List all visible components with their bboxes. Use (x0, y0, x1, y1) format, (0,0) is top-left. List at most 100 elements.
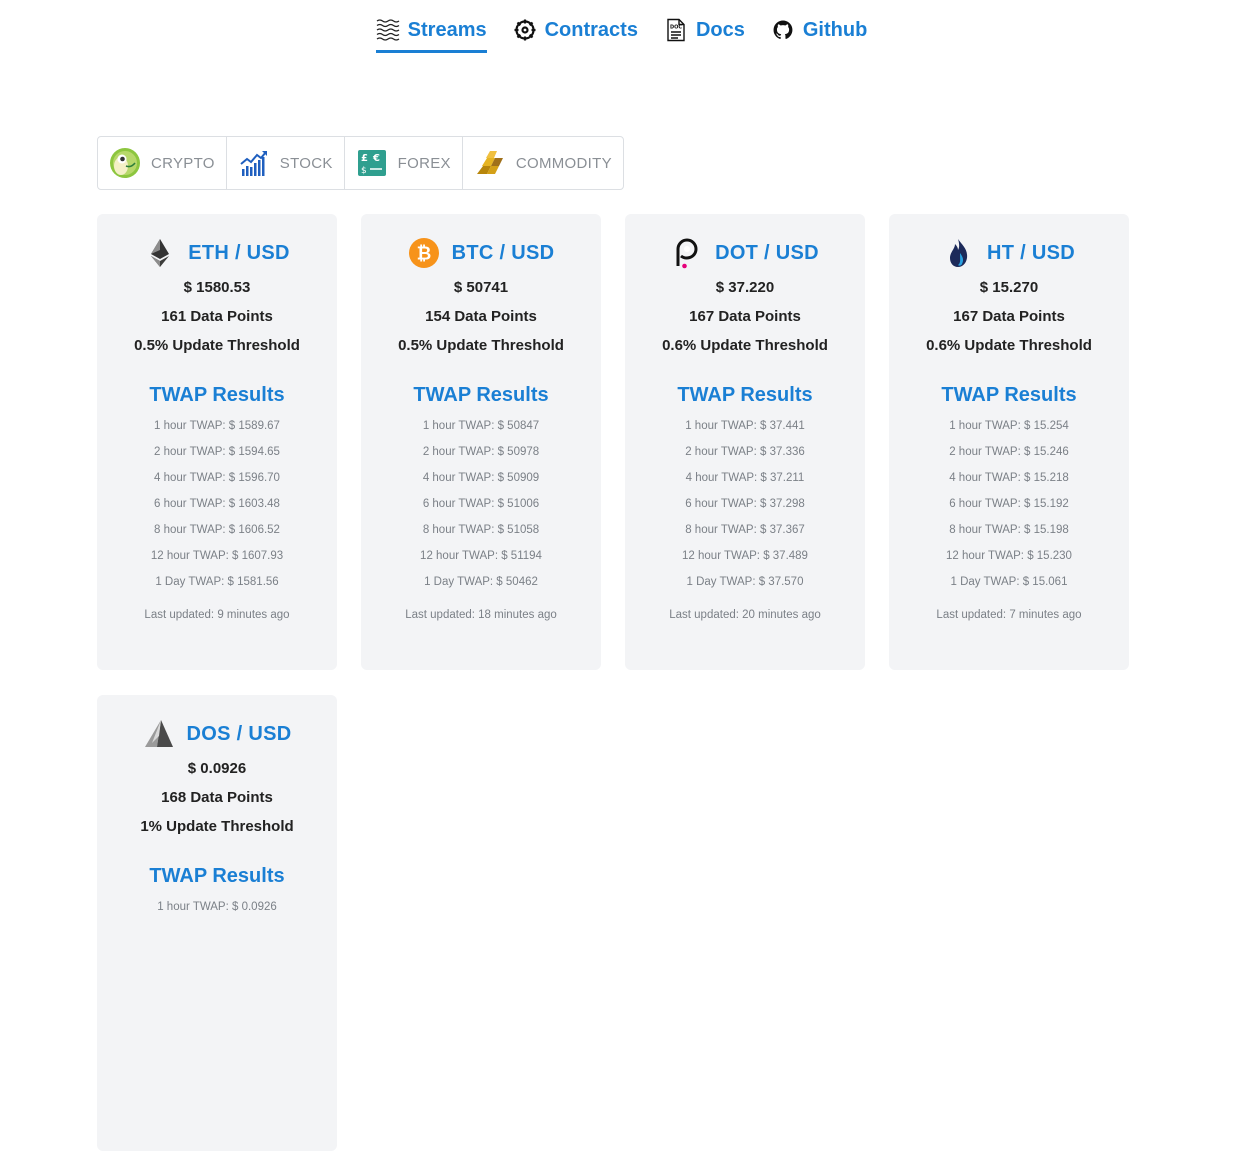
twap-row: 1 Day TWAP: $ 37.570 (686, 576, 804, 588)
twap-row: 12 hour TWAP: $ 37.489 (682, 550, 808, 562)
twap-row: 1 hour TWAP: $ 15.254 (949, 420, 1069, 432)
twap-row: 6 hour TWAP: $ 15.192 (949, 498, 1069, 510)
tab-commodity[interactable]: COMMODITY (463, 137, 623, 189)
twap-row: 1 hour TWAP: $ 37.441 (685, 420, 805, 432)
twap-row: 4 hour TWAP: $ 1596.70 (154, 472, 280, 484)
currency-exchange-icon: £ € $ (356, 147, 388, 179)
twap-results-heading: TWAP Results (149, 865, 285, 887)
last-updated: Last updated: 18 minutes ago (405, 609, 557, 621)
pair-label[interactable]: BTC / USD (452, 242, 555, 265)
svg-text:₿: ₿ (416, 244, 431, 265)
price-value: $ 50741 (453, 279, 509, 296)
svg-text:€: € (372, 153, 380, 164)
twap-row: 4 hour TWAP: $ 15.218 (949, 472, 1069, 484)
nav-contracts[interactable]: Contracts (513, 18, 638, 53)
last-updated: Last updated: 20 minutes ago (669, 609, 821, 621)
stock-chart-icon (238, 147, 270, 179)
gecko-icon (109, 147, 141, 179)
bitcoin-icon: ₿ (408, 237, 440, 269)
card-header: DOS / USD (97, 717, 337, 751)
update-threshold: 0.5% Update Threshold (398, 337, 564, 354)
svg-text:DOC: DOC (670, 25, 682, 31)
data-points: 168 Data Points (161, 789, 273, 806)
twap-row: 1 Day TWAP: $ 15.061 (950, 576, 1068, 588)
update-threshold: 0.5% Update Threshold (134, 337, 300, 354)
gold-bars-icon (474, 147, 506, 179)
twap-row: 12 hour TWAP: $ 51194 (420, 550, 542, 562)
twap-row: 6 hour TWAP: $ 37.298 (685, 498, 805, 510)
data-points: 161 Data Points (161, 308, 273, 325)
nav-streams[interactable]: Streams (375, 18, 487, 53)
twap-row: 8 hour TWAP: $ 37.367 (685, 524, 805, 536)
twap-row: 4 hour TWAP: $ 50909 (422, 472, 540, 484)
twap-row: 1 hour TWAP: $ 50847 (422, 420, 540, 432)
twap-list: 1 hour TWAP: $ 1589.67 2 hour TWAP: $ 15… (97, 417, 337, 599)
twap-row: 1 hour TWAP: $ 1589.67 (154, 420, 280, 432)
twap-results-heading: TWAP Results (677, 384, 813, 406)
dos-pyramid-icon (143, 718, 175, 750)
price-value: $ 0.0926 (187, 760, 247, 777)
twap-list: 1 hour TWAP: $ 37.441 2 hour TWAP: $ 37.… (625, 417, 865, 599)
huobi-flame-icon (943, 237, 975, 269)
twap-row: 6 hour TWAP: $ 51006 (422, 498, 540, 510)
nav-streams-label: Streams (407, 18, 487, 41)
pair-label[interactable]: ETH / USD (188, 242, 290, 265)
tab-forex[interactable]: £ € $ FOREX (345, 137, 463, 189)
twap-row: 2 hour TWAP: $ 50978 (422, 446, 540, 458)
twap-row: 12 hour TWAP: $ 1607.93 (150, 550, 284, 562)
nav-docs[interactable]: DOC Docs (664, 18, 745, 53)
update-threshold: 1% Update Threshold (140, 818, 294, 835)
twap-row: 8 hour TWAP: $ 1606.52 (154, 524, 280, 536)
twap-row: 6 hour TWAP: $ 1603.48 (154, 498, 280, 510)
card-header: ₿ BTC / USD (361, 236, 601, 270)
twap-row: 2 hour TWAP: $ 15.246 (949, 446, 1069, 458)
price-value: $ 37.220 (715, 279, 775, 296)
card-header: ETH / USD (97, 236, 337, 270)
price-value: $ 15.270 (979, 279, 1039, 296)
twap-results-heading: TWAP Results (149, 384, 285, 406)
feed-card-eth: ETH / USD $ 1580.53 161 Data Points 0.5%… (97, 214, 337, 670)
twap-row: 1 hour TWAP: $ 0.0926 (157, 901, 277, 913)
feed-card-dot: DOT / USD $ 37.220 167 Data Points 0.6% … (625, 214, 865, 670)
twap-row: 2 hour TWAP: $ 37.336 (685, 446, 805, 458)
twap-list: 1 hour TWAP: $ 0.0926 (97, 898, 337, 924)
nav-github[interactable]: Github (771, 18, 867, 53)
tab-stock-label: STOCK (279, 154, 333, 172)
pair-label[interactable]: HT / USD (987, 242, 1075, 265)
polkadot-icon (671, 237, 703, 269)
top-navigation: Streams Contracts DOC Docs Github (0, 18, 1243, 53)
twap-row: 8 hour TWAP: $ 51058 (422, 524, 540, 536)
github-icon (771, 18, 795, 42)
price-value: $ 1580.53 (183, 279, 251, 296)
tab-crypto[interactable]: CRYPTO (98, 137, 227, 189)
data-points: 167 Data Points (689, 308, 801, 325)
twap-results-heading: TWAP Results (413, 384, 549, 406)
nav-github-label: Github (802, 18, 868, 41)
twap-list: 1 hour TWAP: $ 50847 2 hour TWAP: $ 5097… (361, 417, 601, 599)
feed-card-ht: HT / USD $ 15.270 167 Data Points 0.6% U… (889, 214, 1129, 670)
card-header: DOT / USD (625, 236, 865, 270)
twap-row: 4 hour TWAP: $ 37.211 (685, 472, 805, 484)
document-icon: DOC (664, 18, 688, 42)
tab-forex-label: FOREX (397, 154, 451, 172)
update-threshold: 0.6% Update Threshold (926, 337, 1092, 354)
tab-commodity-label: COMMODITY (515, 154, 612, 172)
last-updated: Last updated: 9 minutes ago (144, 609, 290, 621)
streams-waves-icon (376, 18, 400, 42)
ethereum-icon (144, 237, 176, 269)
svg-text:$: $ (361, 166, 367, 176)
pair-label[interactable]: DOS / USD (187, 723, 292, 746)
card-header: HT / USD (889, 236, 1129, 270)
twap-list: 1 hour TWAP: $ 15.254 2 hour TWAP: $ 15.… (889, 417, 1129, 599)
feed-card-btc: ₿ BTC / USD $ 50741 154 Data Points 0.5%… (361, 214, 601, 670)
twap-row: 1 Day TWAP: $ 50462 (424, 576, 538, 588)
data-points: 154 Data Points (425, 308, 537, 325)
twap-row: 8 hour TWAP: $ 15.198 (949, 524, 1069, 536)
svg-text:£: £ (361, 153, 368, 164)
update-threshold: 0.6% Update Threshold (662, 337, 828, 354)
pair-label[interactable]: DOT / USD (715, 242, 819, 265)
feed-card-dos: DOS / USD $ 0.0926 168 Data Points 1% Up… (97, 695, 337, 1151)
tab-stock[interactable]: STOCK (227, 137, 345, 189)
category-tabs: CRYPTO STOCK £ € $ FOREX COMMODITY (97, 136, 624, 190)
last-updated: Last updated: 7 minutes ago (936, 609, 1082, 621)
